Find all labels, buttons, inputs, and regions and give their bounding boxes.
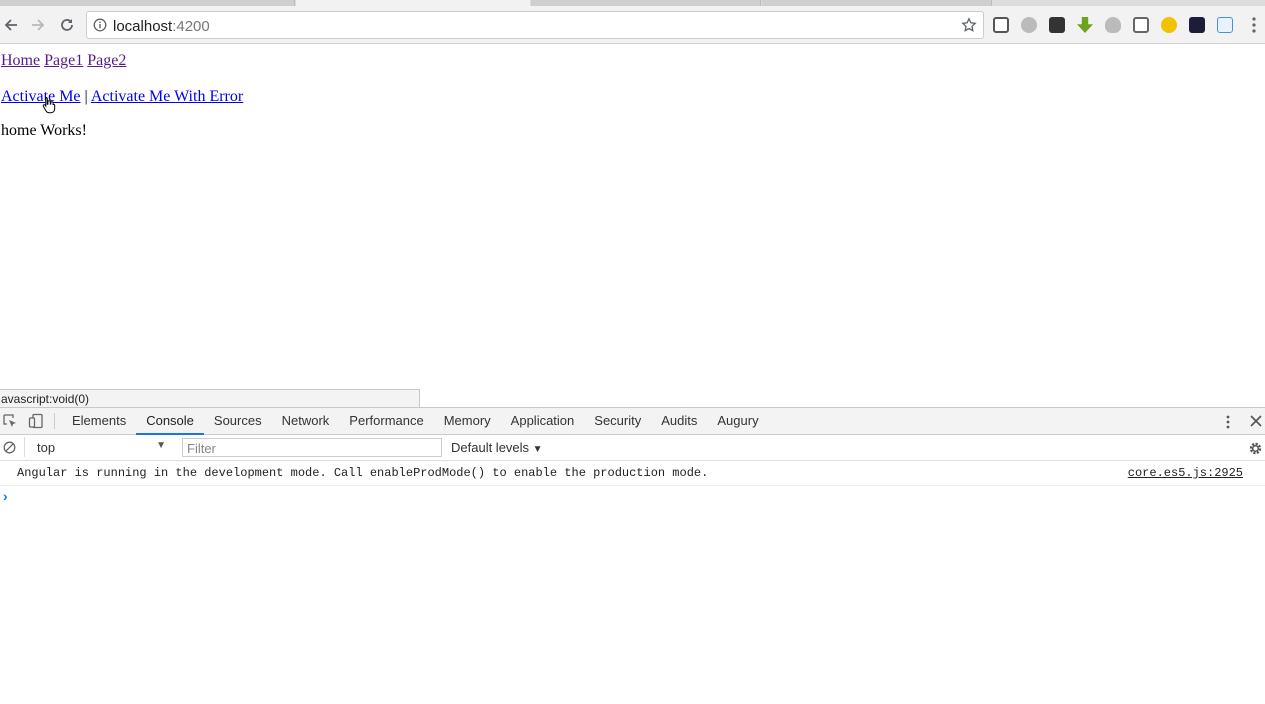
- extension-icon[interactable]: [1049, 17, 1065, 33]
- page-nav: Home Page1 Page2: [1, 52, 126, 70]
- tab-audits[interactable]: Audits: [651, 408, 707, 435]
- url-text: localhost:4200: [113, 18, 210, 35]
- toolbar-divider: [54, 413, 55, 429]
- forward-button[interactable]: [28, 15, 48, 35]
- extension-icon[interactable]: [1021, 17, 1037, 33]
- console-message-source-link[interactable]: core.es5.js:2925: [1128, 466, 1243, 480]
- back-arrow-icon: [4, 19, 17, 31]
- context-value: top: [37, 440, 56, 455]
- extension-icon[interactable]: [1189, 17, 1205, 33]
- cast-extension-icon[interactable]: [993, 17, 1009, 33]
- tab-network[interactable]: Network: [272, 408, 340, 435]
- tab-application[interactable]: Application: [501, 408, 585, 435]
- tab-augury[interactable]: Augury: [707, 408, 768, 435]
- forward-arrow-icon: [32, 19, 45, 31]
- tab-performance[interactable]: Performance: [339, 408, 433, 435]
- tab-memory[interactable]: Memory: [434, 408, 501, 435]
- activate-links: Activate Me | Activate Me With Error: [1, 88, 243, 106]
- dropdown-arrow-icon: ▼: [156, 440, 166, 451]
- console-prompt[interactable]: ›: [3, 488, 8, 504]
- moon-extension-icon[interactable]: [1161, 17, 1177, 33]
- nav-link-home[interactable]: Home: [1, 52, 40, 69]
- devtools-tabbar: Elements Console Sources Network Perform…: [0, 408, 1265, 435]
- console-filter-input[interactable]: Filter: [182, 438, 442, 457]
- gear-icon[interactable]: [1248, 441, 1263, 456]
- device-toolbar-icon[interactable]: [28, 413, 44, 429]
- devtools-panel: Elements Console Sources Network Perform…: [0, 407, 1265, 704]
- console-message: Angular is running in the development mo…: [0, 461, 1265, 486]
- reload-icon: [61, 19, 73, 31]
- clear-console-icon[interactable]: [3, 441, 16, 454]
- tab-console[interactable]: Console: [136, 408, 204, 435]
- inspect-element-icon[interactable]: [2, 413, 18, 429]
- tab-elements[interactable]: Elements: [62, 408, 136, 435]
- reload-button[interactable]: [57, 15, 77, 35]
- log-levels-label: Default levels: [451, 440, 530, 455]
- extension-icon[interactable]: [1217, 17, 1233, 33]
- star-icon[interactable]: [961, 17, 977, 33]
- console-message-text: Angular is running in the development mo…: [17, 466, 709, 480]
- download-extension-icon[interactable]: [1077, 17, 1093, 33]
- back-button[interactable]: [1, 15, 21, 35]
- address-bar[interactable]: localhost:4200: [86, 11, 984, 39]
- close-icon[interactable]: [1249, 414, 1263, 428]
- activate-me-link[interactable]: Activate Me: [1, 88, 81, 105]
- console-filterbar: top ▼ Filter Default levels ▼: [0, 435, 1265, 461]
- context-selector[interactable]: top ▼: [24, 437, 170, 457]
- dropdown-arrow-icon: ▼: [532, 444, 543, 455]
- devtools-tabs: Elements Console Sources Network Perform…: [62, 408, 769, 435]
- tab-sources[interactable]: Sources: [204, 408, 272, 435]
- nav-link-page1[interactable]: Page1: [44, 52, 83, 69]
- status-bubble: avascript:void(0): [0, 389, 420, 407]
- log-levels-dropdown[interactable]: Default levels ▼: [451, 440, 543, 455]
- activate-me-with-error-link[interactable]: Activate Me With Error: [91, 88, 243, 105]
- browser-menu-icon[interactable]: [1248, 16, 1260, 34]
- page-viewport: Home Page1 Page2 Activate Me | Activate …: [0, 45, 1265, 407]
- tab-security[interactable]: Security: [584, 408, 651, 435]
- browser-toolbar: localhost:4200: [0, 6, 1265, 44]
- hand-cursor-icon: [42, 97, 56, 114]
- link-separator: |: [84, 88, 88, 105]
- nav-link-page2[interactable]: Page2: [87, 52, 126, 69]
- home-message: home Works!: [1, 122, 87, 139]
- devtools-menu-icon[interactable]: [1224, 414, 1232, 430]
- extension-icon[interactable]: [1133, 17, 1149, 33]
- cloud-extension-icon[interactable]: [1105, 17, 1121, 33]
- info-icon[interactable]: [93, 18, 107, 32]
